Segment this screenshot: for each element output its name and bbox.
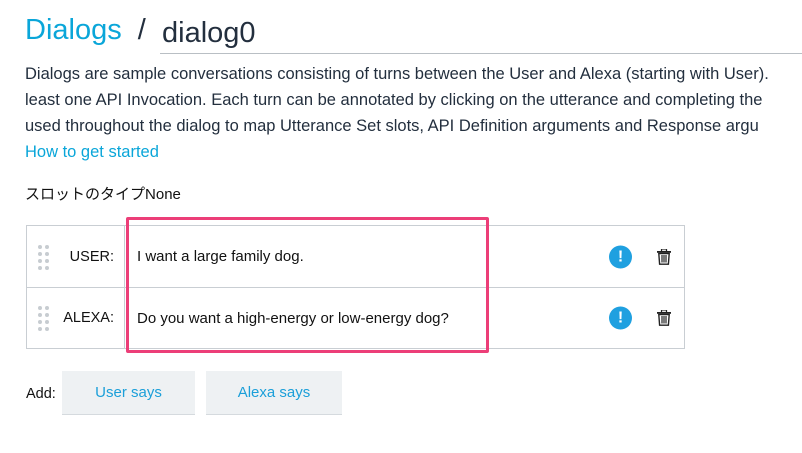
- slot-type-value: None: [145, 186, 181, 203]
- trash-icon[interactable]: [657, 248, 671, 265]
- utterance-text[interactable]: Do you want a high-energy or low-energy …: [137, 288, 449, 348]
- drag-handle-icon[interactable]: [38, 306, 50, 331]
- slot-type: スロットのタイプNone: [25, 184, 181, 206]
- exclamation-circle-icon[interactable]: !: [609, 245, 632, 268]
- breadcrumb: Dialogs /: [25, 14, 152, 54]
- turn-row: USER: I want a large family dog. !: [27, 226, 684, 288]
- dialog-editor-page: Dialogs / Dialogs are sample conversatio…: [0, 0, 802, 453]
- user-says-button[interactable]: User says: [62, 371, 195, 415]
- alexa-says-button[interactable]: Alexa says: [206, 371, 342, 415]
- dialogs-description: Dialogs are sample conversations consist…: [25, 61, 802, 139]
- speaker-label: ALEXA:: [63, 310, 114, 326]
- trash-icon[interactable]: [657, 310, 671, 326]
- exclamation-circle-icon[interactable]: !: [609, 306, 632, 330]
- cell-divider: [124, 288, 125, 348]
- turn-row: ALEXA: Do you want a high-energy or low-…: [27, 288, 684, 348]
- slot-type-label: スロットのタイプ: [25, 186, 146, 203]
- description-line: used throughout the dialog to map Uttera…: [25, 117, 759, 135]
- add-label: Add:: [26, 386, 56, 402]
- description-line: Dialogs are sample conversations consist…: [25, 65, 769, 83]
- dialog-name-input[interactable]: [160, 14, 802, 54]
- speaker-label: USER:: [69, 248, 114, 265]
- utterance-text[interactable]: I want a large family dog.: [137, 226, 304, 287]
- breadcrumb-dialogs-link[interactable]: Dialogs: [25, 14, 122, 47]
- breadcrumb-separator: /: [137, 14, 146, 46]
- drag-handle-icon[interactable]: [38, 244, 50, 270]
- dialog-turns-table: USER: I want a large family dog. ! ALEXA…: [26, 225, 685, 349]
- cell-divider: [124, 226, 125, 287]
- description-line: least one API Invocation. Each turn can …: [25, 91, 763, 109]
- how-to-get-started-link[interactable]: How to get started: [25, 139, 159, 165]
